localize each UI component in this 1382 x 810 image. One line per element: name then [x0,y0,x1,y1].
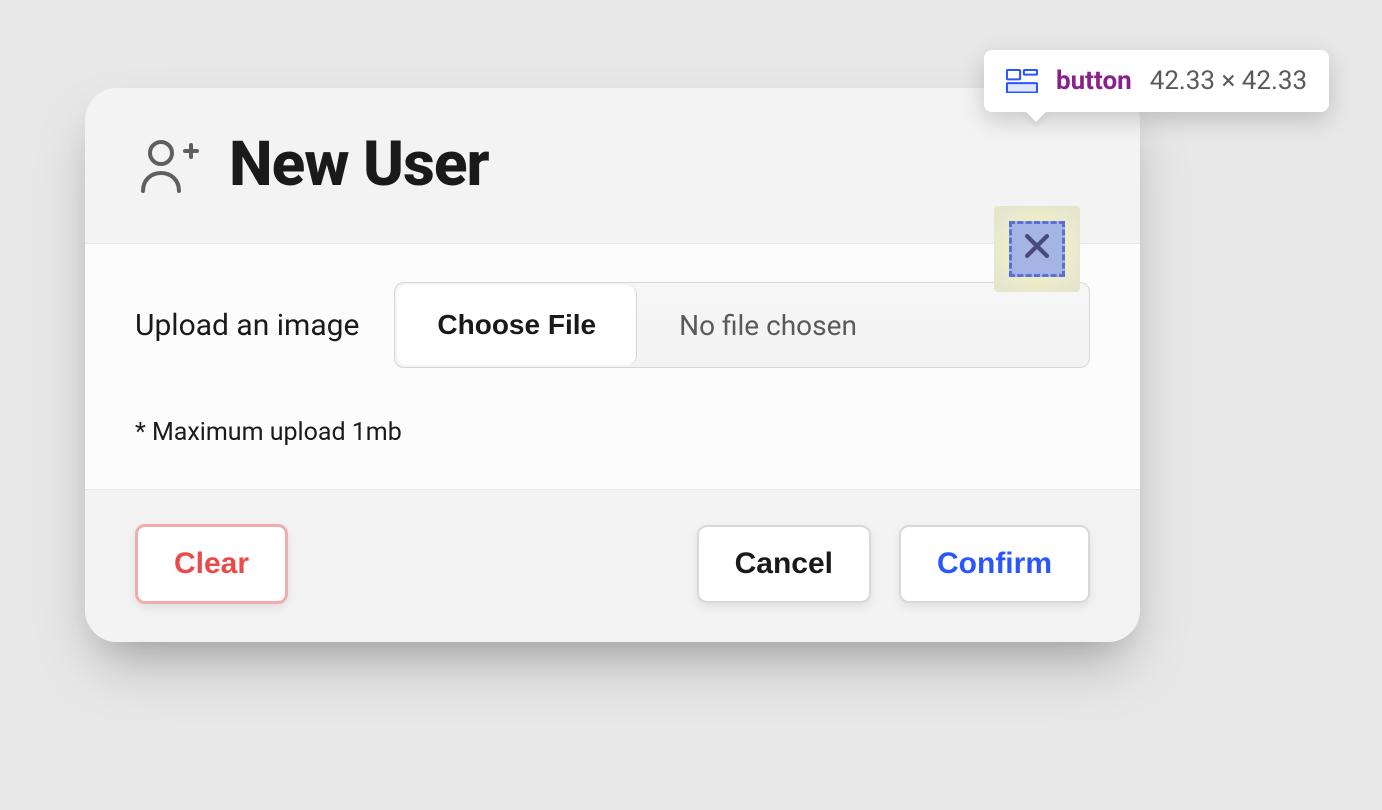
file-status: No file chosen [639,283,1089,367]
confirm-button[interactable]: Confirm [899,525,1090,603]
upload-row: Upload an image Choose File No file chos… [135,282,1090,368]
layout-icon [1006,69,1038,93]
upload-label: Upload an image [135,308,359,343]
file-input[interactable]: Choose File No file chosen [394,282,1090,368]
devtools-inspect-tooltip: button 42.33 × 42.33 [984,50,1329,112]
clear-button[interactable]: Clear [135,524,288,604]
modal-title: New User [229,128,1090,201]
choose-file-button[interactable]: Choose File [397,285,637,365]
upload-note: * Maximum upload 1mb [135,418,1090,447]
inspect-element-tag: button [1056,66,1132,96]
close-button[interactable] [994,206,1080,292]
new-user-modal: New User Upload an image Choose File No … [85,88,1140,642]
modal-footer: Clear Cancel Confirm [85,490,1140,642]
user-add-icon [135,133,199,197]
close-icon [1020,229,1054,270]
cancel-button[interactable]: Cancel [697,525,871,603]
modal-body: Upload an image Choose File No file chos… [85,243,1140,490]
modal-header: New User [85,88,1140,243]
inspect-dimensions: 42.33 × 42.33 [1150,66,1307,96]
